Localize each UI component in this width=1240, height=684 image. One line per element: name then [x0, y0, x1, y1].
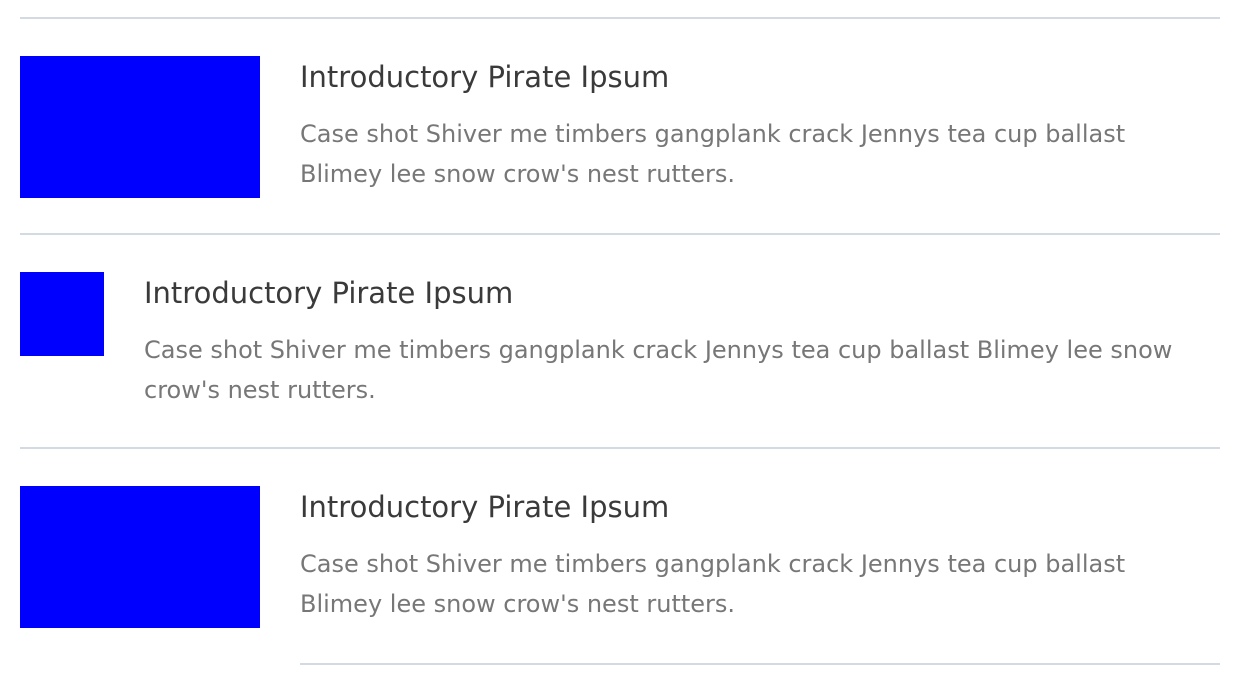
thumbnail-image [20, 56, 260, 198]
list-item-description: Case shot Shiver me timbers gangplank cr… [144, 336, 1173, 404]
list-item-description: Case shot Shiver me timbers gangplank cr… [300, 550, 1126, 618]
list-item[interactable]: Introductory Pirate Ipsum Case shot Shiv… [20, 56, 1220, 198]
list-item[interactable]: Introductory Pirate Ipsum Case shot Shiv… [20, 272, 1220, 404]
list-item-text: Introductory Pirate Ipsum Case shot Shiv… [144, 276, 1220, 410]
list-item-description: Case shot Shiver me timbers gangplank cr… [300, 120, 1126, 188]
thumbnail-image [20, 272, 104, 356]
divider [20, 17, 1220, 19]
list-item[interactable]: Introductory Pirate Ipsum Case shot Shiv… [20, 486, 1220, 628]
list-item-text: Introductory Pirate Ipsum Case shot Shiv… [300, 60, 1200, 194]
list-item-title[interactable]: Introductory Pirate Ipsum [300, 490, 1200, 524]
list-item-title[interactable]: Introductory Pirate Ipsum [300, 60, 1200, 94]
divider [300, 663, 1220, 665]
list-item-text: Introductory Pirate Ipsum Case shot Shiv… [300, 490, 1200, 624]
divider [20, 233, 1220, 235]
divider [20, 447, 1220, 449]
list-item-title[interactable]: Introductory Pirate Ipsum [144, 276, 1220, 310]
media-list: Introductory Pirate Ipsum Case shot Shiv… [20, 0, 1220, 684]
thumbnail-image [20, 486, 260, 628]
